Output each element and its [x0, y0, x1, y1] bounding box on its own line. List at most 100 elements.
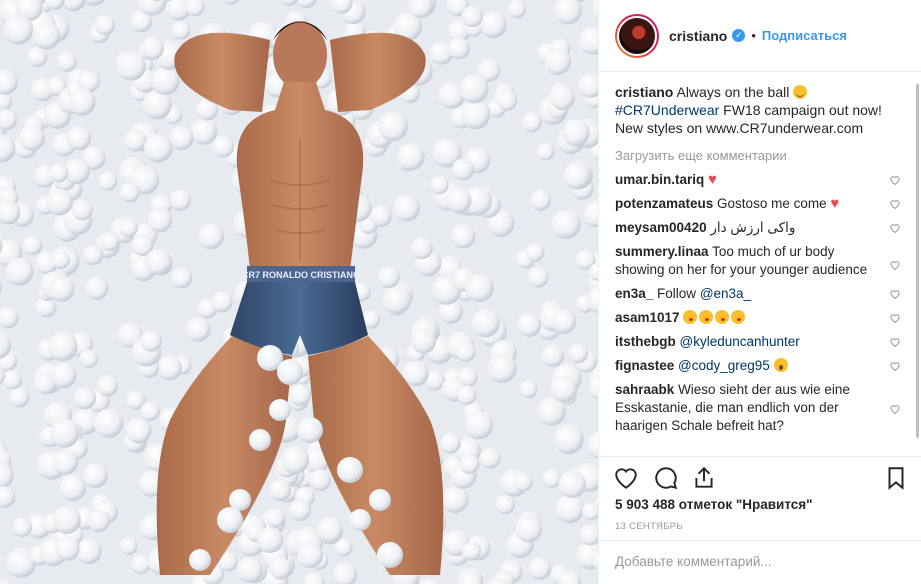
- like-comment-icon[interactable]: [889, 403, 901, 415]
- ball-pit-ball: [517, 312, 542, 337]
- avatar-image: [617, 15, 657, 56]
- ball-pit-ball: [52, 505, 81, 534]
- like-heart-icon[interactable]: [613, 465, 639, 491]
- comment-username[interactable]: potenzamateus: [615, 196, 713, 211]
- add-comment-bar: [599, 540, 921, 584]
- ball-pit-ball: [451, 224, 476, 249]
- ball-pit-ball: [459, 454, 480, 475]
- ball-pit-ball: [249, 429, 271, 451]
- comment-username[interactable]: sahraabk: [615, 382, 674, 397]
- comment-username[interactable]: fignastee: [615, 358, 674, 373]
- ball-pit-ball: [151, 66, 180, 95]
- ball-pit-ball: [198, 223, 225, 250]
- comments-section[interactable]: cristiano Always on the ball #CR7Underwe…: [615, 83, 913, 456]
- comment-item: asam1017: [615, 309, 913, 327]
- like-comment-icon[interactable]: [889, 360, 901, 372]
- ball-pit-ball: [265, 508, 286, 528]
- ball-pit-ball: [369, 489, 391, 511]
- add-comment-input[interactable]: [615, 554, 905, 569]
- ball-pit-ball: [297, 542, 323, 568]
- comment-item: sahraabk Wieso sieht der aus wie eine Es…: [615, 381, 913, 435]
- ball-pit-ball: [281, 446, 309, 474]
- load-more-comments-button[interactable]: Загрузить еще комментарии: [615, 148, 913, 163]
- ball-pit-ball: [497, 90, 518, 111]
- follow-button[interactable]: Подписаться: [762, 28, 847, 43]
- kiss-emoji-icon: [683, 310, 698, 324]
- post-sidebar: cristiano ✓ • Подписаться cristiano Alwa…: [598, 0, 921, 584]
- ball-pit-ball: [82, 244, 104, 266]
- comment-mention[interactable]: @en3a_: [700, 286, 751, 301]
- ball-pit-ball: [410, 328, 437, 354]
- caption-hashtag[interactable]: #CR7Underwear: [615, 102, 719, 118]
- comment-text: واکی ارزش دار: [710, 220, 796, 235]
- comment-list: umar.bin.tariq ♥ potenzamateus Gostoso m…: [615, 171, 913, 435]
- ball-pit-ball: [536, 142, 555, 161]
- comment-mention[interactable]: @kyleduncanhunter: [680, 334, 800, 349]
- like-comment-icon[interactable]: [889, 288, 901, 300]
- post-date[interactable]: 13 СЕНТЯБРЬ: [615, 521, 683, 532]
- like-comment-icon[interactable]: [889, 336, 901, 348]
- ball-pit-ball: [68, 88, 96, 116]
- ball-pit-ball: [370, 205, 392, 227]
- ball-pit-ball: [140, 401, 160, 421]
- ball-pit-ball: [189, 549, 211, 571]
- comment-username[interactable]: itsthebgb: [615, 334, 676, 349]
- ball-pit-ball: [568, 343, 589, 364]
- likes-count[interactable]: 5 903 488 отметок "Нравится": [615, 497, 813, 512]
- ball-pit-ball: [171, 21, 191, 40]
- ball-pit-ball: [100, 232, 120, 252]
- ball-pit-ball: [50, 418, 80, 448]
- ball-pit-ball: [98, 171, 118, 191]
- red-heart-emoji-icon: ♥: [708, 171, 717, 188]
- like-comment-icon[interactable]: [889, 259, 901, 271]
- ball-pit-ball: [9, 387, 30, 408]
- comment-username[interactable]: en3a_: [615, 286, 653, 301]
- ball-pit-ball: [397, 142, 425, 171]
- ball-pit-ball: [269, 399, 291, 421]
- ball-pit-ball: [66, 126, 91, 151]
- ball-pit-ball: [309, 469, 331, 491]
- comment-bubble-icon[interactable]: [653, 465, 679, 491]
- ball-pit-ball: [51, 250, 70, 269]
- ball-pit-ball: [73, 387, 96, 410]
- ball-pit-ball: [555, 494, 585, 524]
- like-comment-icon[interactable]: [889, 174, 901, 186]
- header-username[interactable]: cristiano: [669, 28, 727, 44]
- ball-pit-ball: [460, 99, 491, 130]
- like-comment-icon[interactable]: [889, 312, 901, 324]
- instagram-post: CR7 RONALDO CRISTIANO cristiano ✓ • Подп…: [0, 0, 921, 584]
- bookmark-icon[interactable]: [883, 465, 909, 491]
- like-comment-icon[interactable]: [889, 222, 901, 234]
- ball-pit-ball: [147, 208, 173, 233]
- share-icon[interactable]: [691, 465, 717, 491]
- ball-pit-ball: [530, 189, 552, 211]
- ball-pit-ball: [495, 494, 515, 515]
- comment-mention[interactable]: @cody_greg95: [678, 358, 770, 373]
- ball-pit-ball: [12, 517, 32, 538]
- comments-scrollbar[interactable]: [913, 72, 921, 456]
- ball-pit-ball: [237, 557, 263, 583]
- red-heart-emoji-icon: ♥: [830, 195, 840, 212]
- ball-pit-ball: [169, 125, 194, 151]
- ball-pit-ball: [462, 541, 481, 561]
- post-photo[interactable]: CR7 RONALDO CRISTIANO: [0, 0, 598, 584]
- ball-pit-ball: [542, 469, 562, 488]
- comment-username[interactable]: summery.linaa: [615, 244, 709, 259]
- ball-pit-ball: [317, 517, 343, 543]
- ball-pit-ball: [337, 457, 363, 483]
- scrollbar-thumb[interactable]: [916, 84, 919, 438]
- ball-pit-ball: [457, 385, 477, 405]
- ball-pit-ball: [471, 308, 501, 338]
- avatar[interactable]: [615, 13, 659, 58]
- kiss-emoji-icon: [715, 310, 730, 324]
- ball-pit-ball: [87, 509, 111, 532]
- ball-pit-ball: [56, 51, 77, 72]
- caption-username[interactable]: cristiano: [615, 84, 673, 100]
- smile-emoji-icon: [793, 85, 808, 99]
- comment-username[interactable]: umar.bin.tariq: [615, 172, 704, 187]
- waistband-logo: CR7 RONALDO CRISTIANO: [242, 270, 360, 280]
- ball-pit-ball: [461, 5, 484, 28]
- like-comment-icon[interactable]: [889, 198, 901, 210]
- comment-username[interactable]: asam1017: [615, 310, 680, 325]
- comment-username[interactable]: meysam00420: [615, 220, 707, 235]
